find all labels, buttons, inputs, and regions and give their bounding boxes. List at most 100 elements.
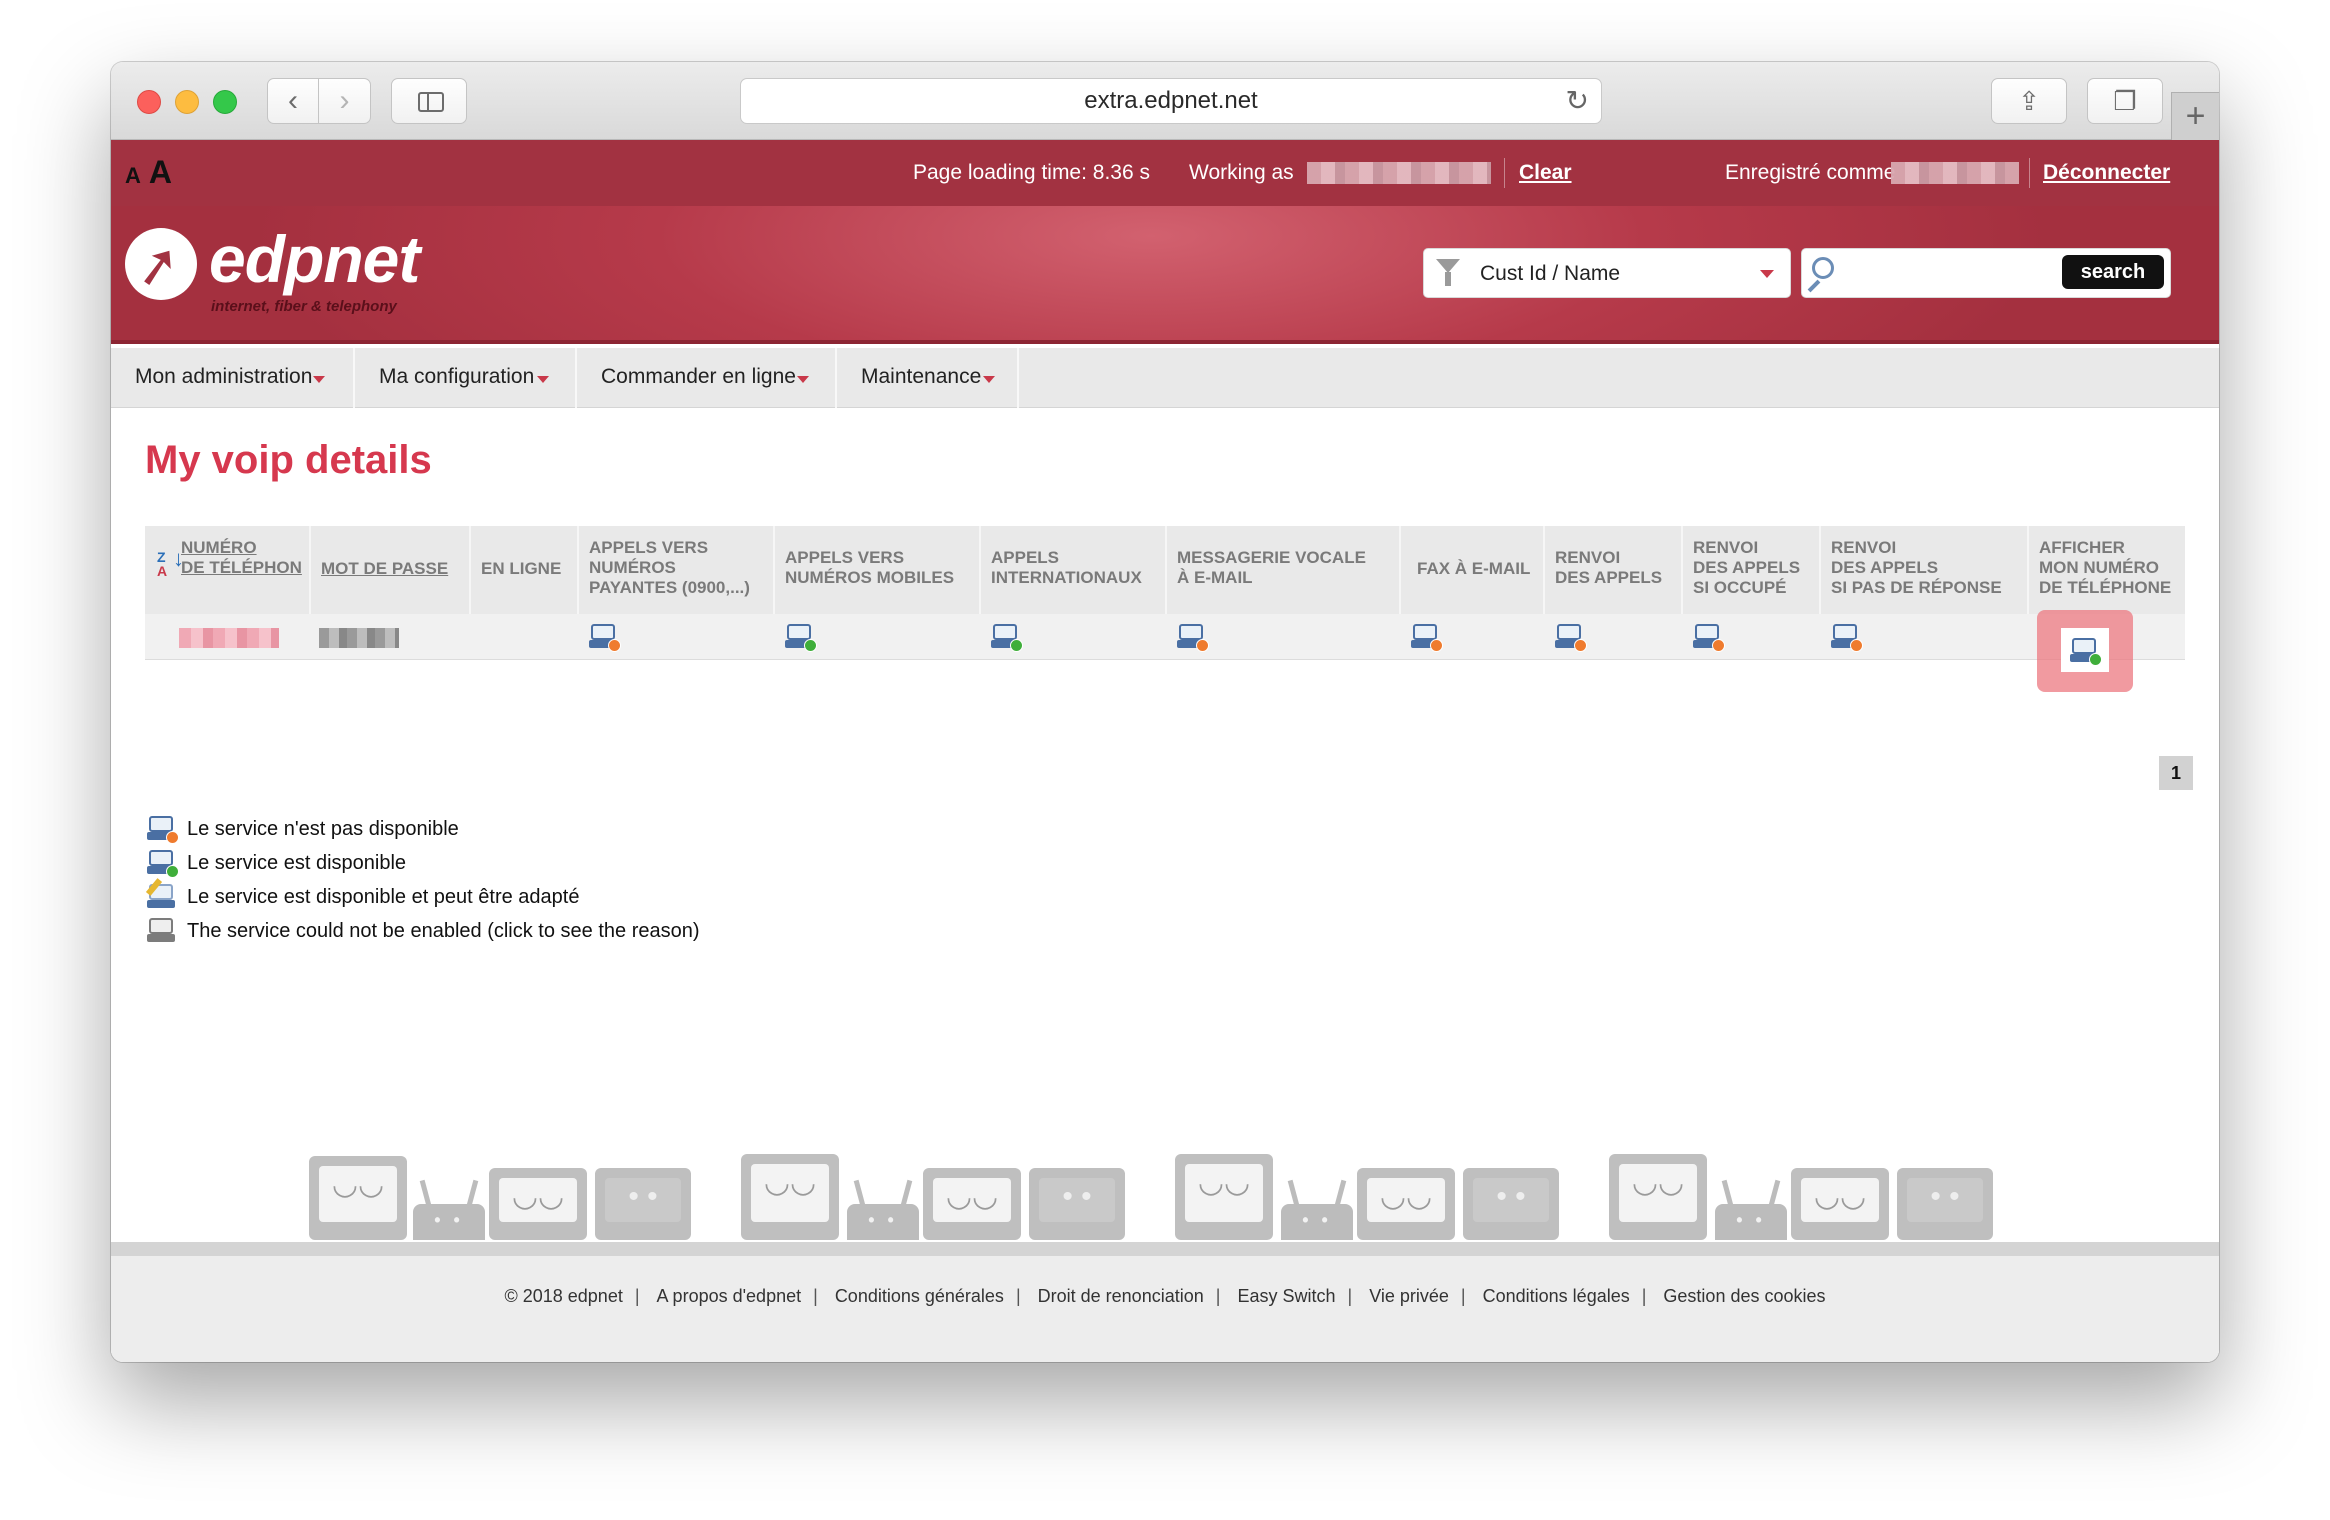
- mobile-calls-service-icon[interactable]: [785, 622, 817, 652]
- footer-divider: [111, 1242, 2219, 1256]
- robot-mascot-icon: • •: [1715, 1179, 1787, 1240]
- header-premium-calls: APPELS VERS NUMÉROS PAYANTES (0900,...): [579, 526, 775, 614]
- decrease-font-button[interactable]: A: [125, 163, 141, 188]
- funnel-icon: [1436, 259, 1460, 287]
- menu-ma-configuration[interactable]: Ma configuration: [355, 348, 577, 408]
- footer-link-legal[interactable]: Conditions légales: [1483, 1286, 1630, 1306]
- menu-label: Maintenance: [861, 365, 982, 388]
- main-menu: Mon administration Ma configuration Comm…: [111, 348, 2219, 408]
- show-my-number-service-icon[interactable]: [2070, 636, 2102, 666]
- page-title: My voip details: [145, 438, 432, 482]
- footer-link-easy-switch[interactable]: Easy Switch: [1237, 1286, 1335, 1306]
- header-mobile-calls: APPELS VERS NUMÉROS MOBILES: [775, 526, 981, 614]
- reload-icon[interactable]: ↻: [1566, 81, 1589, 121]
- monitor-mascot-icon: • •: [1897, 1168, 1993, 1240]
- sort-az-icon: Z A ↓: [157, 546, 184, 579]
- forward-if-busy-service-icon[interactable]: [1693, 622, 1725, 652]
- footer-links: © 2018 edpnet | A propos d'edpnet | Condit…: [504, 1286, 1826, 1306]
- menu-label: Ma configuration: [379, 365, 535, 388]
- chevron-left-icon: ‹: [288, 84, 298, 117]
- tabs-overview-button[interactable]: ❐: [2087, 78, 2163, 124]
- search-button[interactable]: search: [2062, 255, 2164, 289]
- header-voicemail-to-email: MESSAGERIE VOCALE À E-MAIL: [1167, 526, 1401, 614]
- monitor-mascot-icon: • •: [595, 1168, 691, 1240]
- legend-text: Le service est disponible: [187, 852, 407, 874]
- menu-maintenance[interactable]: Maintenance: [837, 348, 1019, 408]
- voicemail-service-icon[interactable]: [1177, 622, 1209, 652]
- premium-calls-service-icon[interactable]: [589, 622, 621, 652]
- footer-link-cookies[interactable]: Gestion des cookies: [1663, 1286, 1825, 1306]
- search-box: search: [1801, 248, 2171, 298]
- dropdown-arrow-icon: [983, 376, 995, 383]
- new-tab-button[interactable]: +: [2171, 92, 2219, 140]
- monitor-mascot-icon: ◡◡: [741, 1154, 839, 1240]
- footer-link-privacy[interactable]: Vie privée: [1369, 1286, 1449, 1306]
- monitor-mascot-icon: ◡◡: [1609, 1154, 1707, 1240]
- fax-to-email-service-icon[interactable]: [1411, 622, 1443, 652]
- url-text: extra.edpnet.net: [1084, 87, 1258, 114]
- service-editable-icon: [145, 878, 177, 910]
- sidebar-toggle-button[interactable]: [391, 78, 467, 124]
- menu-commander-en-ligne[interactable]: Commander en ligne: [577, 348, 837, 408]
- minimize-window-button[interactable]: [175, 90, 199, 114]
- zoom-window-button[interactable]: [213, 90, 237, 114]
- filter-select-value: Cust Id / Name: [1480, 262, 1621, 285]
- show-number-cell: [2061, 628, 2109, 672]
- registered-as-label: Enregistré comme: [1725, 161, 1896, 184]
- pagination-page-1[interactable]: 1: [2159, 756, 2193, 790]
- header-fax-to-email: FAX À E-MAIL: [1401, 526, 1545, 614]
- browser-toolbar: ‹ › extra.edpnet.net ↻ ⇪ ❐ +: [111, 62, 2219, 140]
- forward-button[interactable]: ›: [319, 78, 371, 124]
- mascot-illustration: ◡◡ • • ◡◡ • • ◡◡ • • ◡◡ • • ◡◡ • • ◡◡ • …: [111, 1154, 2219, 1240]
- service-available-icon: [147, 848, 179, 878]
- chevron-right-icon: ›: [339, 84, 350, 117]
- footer: © 2018 edpnet | A propos d'edpnet | Condit…: [111, 1256, 2219, 1362]
- top-utility-bar: AA Page loading time: 8.36 s Working as …: [111, 140, 2219, 206]
- monitor-mascot-icon: ◡◡: [309, 1156, 407, 1240]
- menu-label: Mon administration: [135, 365, 313, 388]
- page-loading-time: Page loading time: 8.36 s: [913, 161, 1150, 184]
- legend-text: The service could not be enabled (click …: [187, 920, 700, 942]
- footer-link-terms[interactable]: Conditions générales: [835, 1286, 1004, 1306]
- monitor-mascot-icon: ◡◡: [923, 1168, 1021, 1240]
- share-icon: ⇪: [2018, 86, 2040, 116]
- international-calls-service-icon[interactable]: [991, 622, 1023, 652]
- search-input[interactable]: [1846, 255, 2056, 291]
- phone-number-redacted[interactable]: [179, 628, 279, 648]
- menu-label: Commander en ligne: [601, 365, 796, 388]
- robot-mascot-icon: • •: [847, 1179, 919, 1240]
- tabs-icon: ❐: [2113, 86, 2137, 116]
- header-show-my-number: AFFICHER MON NUMÉRO DE TÉLÉPHONE: [2039, 538, 2172, 597]
- search-icon: [1812, 257, 1834, 279]
- sidebar-icon: [418, 92, 444, 112]
- logout-link[interactable]: Déconnecter: [2043, 140, 2170, 206]
- address-bar[interactable]: extra.edpnet.net ↻: [740, 78, 1602, 124]
- menu-mon-administration[interactable]: Mon administration: [111, 348, 355, 408]
- call-forwarding-service-icon[interactable]: [1555, 622, 1587, 652]
- dropdown-arrow-icon: [313, 376, 325, 383]
- header-password[interactable]: MOT DE PASSE: [311, 526, 471, 614]
- share-button[interactable]: ⇪: [1991, 78, 2067, 124]
- footer-link-about[interactable]: A propos d'edpnet: [657, 1286, 802, 1306]
- clear-link[interactable]: Clear: [1519, 140, 1572, 206]
- close-window-button[interactable]: [137, 90, 161, 114]
- robot-mascot-icon: • •: [1281, 1179, 1353, 1240]
- forward-if-no-answer-service-icon[interactable]: [1831, 622, 1863, 652]
- header-phone-number[interactable]: Z A ↓ NUMÉRO DE TÉLÉPHON: [145, 526, 311, 614]
- logo-text[interactable]: edpnet: [209, 224, 420, 294]
- back-button[interactable]: ‹: [267, 78, 319, 124]
- footer-link-withdrawal[interactable]: Droit de renonciation: [1038, 1286, 1204, 1306]
- header-international-calls: APPELS INTERNATIONAUX: [981, 526, 1167, 614]
- monitor-mascot-icon: • •: [1029, 1168, 1125, 1240]
- customer-filter-select[interactable]: Cust Id / Name: [1423, 248, 1791, 298]
- edpnet-logo-icon[interactable]: ➚: [125, 228, 197, 300]
- brand-header: ➚ edpnet internet, fiber & telephony Cus…: [111, 206, 2219, 344]
- web-page: AA Page loading time: 8.36 s Working as …: [111, 140, 2219, 1362]
- header-call-forwarding: RENVOI DES APPELS: [1545, 526, 1683, 614]
- monitor-mascot-icon: ◡◡: [1357, 1168, 1455, 1240]
- legend-text: Le service est disponible et peut être a…: [187, 886, 580, 908]
- logo-tagline: internet, fiber & telephony: [211, 298, 397, 315]
- service-error-icon: [147, 916, 177, 944]
- increase-font-button[interactable]: A: [149, 154, 172, 190]
- monitor-mascot-icon: ◡◡: [1175, 1154, 1273, 1240]
